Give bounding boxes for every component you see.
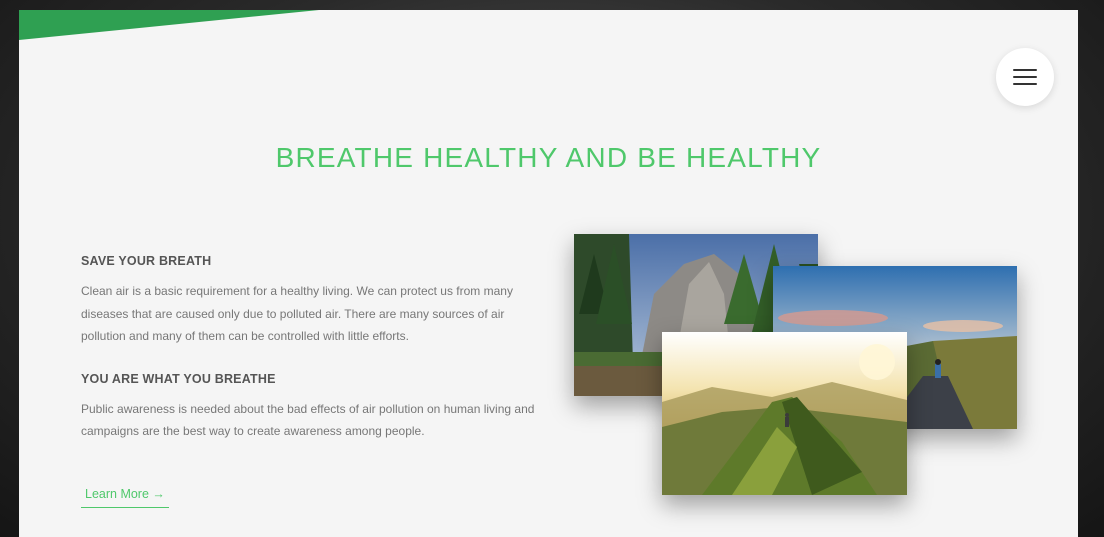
corner-accent-stripe: [19, 10, 319, 40]
page-frame: BREATHE HEALTHY AND BE HEALTHY SAVE YOUR…: [19, 10, 1078, 537]
hamburger-bar: [1013, 83, 1037, 85]
section-heading: SAVE YOUR BREATH: [81, 254, 212, 268]
hamburger-menu-button[interactable]: [996, 48, 1054, 106]
section-paragraph: Public awareness is needed about the bad…: [81, 401, 535, 439]
learn-more-link[interactable]: Learn More →: [81, 487, 169, 508]
content-text: SAVE YOUR BREATH Clean air is a basic re…: [81, 254, 541, 443]
section-heading: YOU ARE WHAT YOU BREATHE: [81, 371, 276, 386]
hamburger-bar: [1013, 76, 1037, 78]
section-paragraph: Clean air is a basic requirement for a h…: [81, 284, 513, 343]
page-title: BREATHE HEALTHY AND BE HEALTHY: [275, 142, 822, 173]
hamburger-menu-icon: [1013, 69, 1037, 71]
mountain-ridge-photo: [662, 332, 907, 495]
